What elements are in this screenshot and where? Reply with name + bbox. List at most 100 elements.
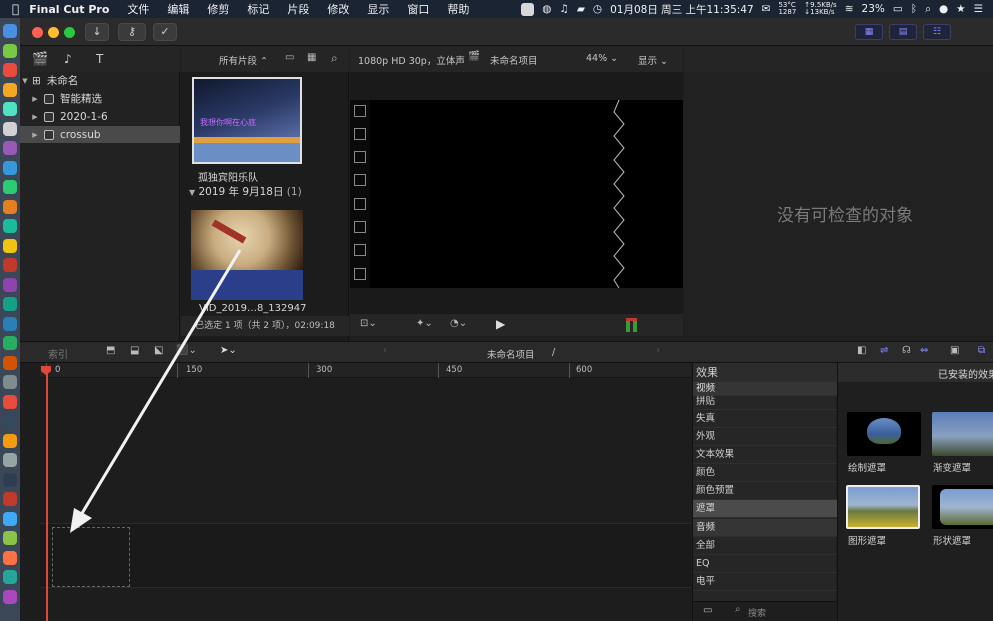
menu-trim[interactable]: 修剪 — [198, 1, 238, 17]
crop-handle-icon[interactable] — [354, 128, 366, 140]
fx-category-masks[interactable]: 遮罩 — [693, 500, 837, 518]
dock-app-icon[interactable] — [3, 375, 17, 389]
enhance-menu-icon[interactable]: ✦⌄ — [416, 318, 433, 329]
fx-category-levels[interactable]: 电平 — [693, 573, 837, 591]
crop-handle-icon[interactable] — [354, 221, 366, 233]
dock-app-icon[interactable] — [3, 394, 17, 409]
app-menu[interactable]: Final Cut Pro — [25, 3, 118, 16]
status-app-icon[interactable] — [521, 2, 535, 16]
menu-help[interactable]: 帮助 — [438, 1, 478, 17]
disclosure-closed-icon[interactable]: ▶ — [30, 95, 40, 103]
dock-app-icon[interactable] — [3, 82, 17, 97]
photos-audio-icon[interactable]: ♪ — [64, 52, 72, 66]
user-icon[interactable]: ● — [939, 3, 948, 15]
dock-app-icon[interactable] — [3, 277, 17, 292]
battery-icon[interactable]: ▭ — [893, 3, 903, 15]
crop-handle-icon[interactable] — [354, 174, 366, 186]
apple-menu-icon[interactable]:  — [0, 2, 25, 16]
search-icon[interactable]: ⌕ — [925, 3, 931, 16]
dock-app-icon[interactable] — [3, 336, 17, 350]
menu-modify[interactable]: 修改 — [318, 1, 358, 17]
dock-app-icon[interactable] — [3, 316, 17, 331]
menu-window[interactable]: 窗口 — [398, 1, 438, 17]
play-button[interactable]: ▶ — [496, 317, 505, 331]
menu-file[interactable]: 文件 — [118, 1, 158, 17]
menu-mark[interactable]: 标记 — [238, 1, 278, 17]
cpu-stats[interactable]: 53°C 1287 — [778, 2, 796, 16]
battery-percent[interactable]: 23% — [862, 3, 885, 15]
dock-app-icon[interactable] — [3, 238, 17, 253]
dock-app-icon[interactable] — [3, 102, 17, 116]
dock-app-icon[interactable] — [3, 570, 17, 584]
fx-category-video[interactable]: 视频 — [693, 382, 837, 396]
clip-filter-dropdown[interactable]: 所有片段 ⌃ — [219, 53, 268, 67]
date-group-header[interactable]: ▼ 2019 年 9月18日 (1) — [189, 184, 302, 199]
inspector-toggle-button[interactable]: ☷ — [923, 24, 951, 40]
fx-category-color[interactable]: 颜色 — [693, 464, 837, 482]
wifi-icon[interactable]: ≋ — [845, 3, 854, 15]
fx-category-tile[interactable]: 拼贴 — [693, 396, 837, 410]
bluetooth-icon[interactable]: ᛒ — [911, 3, 917, 15]
dock-app-icon[interactable] — [3, 414, 17, 428]
dock-app-icon[interactable] — [3, 121, 17, 136]
dock-app-icon[interactable] — [3, 297, 17, 311]
fx-category-distortion[interactable]: 失真 — [693, 410, 837, 428]
skimming-icon[interactable]: ⇌ — [880, 345, 888, 356]
libraries-icon[interactable]: 🎬 — [32, 52, 48, 67]
time-machine-icon[interactable]: ◷ — [593, 3, 602, 15]
fx-category-audio[interactable]: 音频 — [693, 519, 837, 537]
clip-appearance-icon[interactable]: ▭ — [285, 52, 294, 63]
forward-arrow-icon[interactable]: › — [656, 345, 660, 356]
menu-list-icon[interactable]: ☰ — [974, 3, 983, 15]
headphones-icon[interactable]: ☊ — [902, 345, 911, 356]
browser-toggle-button[interactable]: ▦ — [855, 24, 883, 40]
dock-app-icon[interactable] — [3, 258, 17, 272]
globe-icon[interactable]: ◍ — [542, 3, 551, 15]
dock-app-icon[interactable] — [3, 63, 17, 77]
crop-handle-icon[interactable] — [354, 268, 366, 280]
dock-app-icon[interactable] — [3, 492, 17, 506]
sidebar-toggle-icon[interactable]: ▭ — [703, 605, 712, 616]
library-item-event-2[interactable]: ▶ crossub — [20, 126, 180, 143]
disclosure-open-icon[interactable]: ▼ — [20, 77, 30, 85]
titles-generators-icon[interactable]: T — [96, 52, 103, 66]
dock-app-icon[interactable] — [3, 180, 17, 194]
dock-app-icon[interactable] — [3, 531, 17, 545]
clip-thumbnail-1[interactable]: 我想你啊在心底 — [192, 77, 302, 164]
menu-view[interactable]: 显示 — [358, 1, 398, 17]
minimize-window-button[interactable] — [48, 27, 59, 38]
search-icon[interactable]: ⌕ — [331, 51, 338, 66]
clip-appearance-icon[interactable]: ◧ — [857, 345, 866, 356]
speed-menu-icon[interactable]: ◔⌄ — [450, 318, 467, 329]
fx-category-all[interactable]: 全部 — [693, 537, 837, 555]
fx-category-eq[interactable]: EQ — [693, 555, 837, 573]
library-item-event-1[interactable]: ▶ 2020-1-6 — [20, 108, 180, 125]
snapping-icon[interactable]: ⇔ — [920, 345, 928, 356]
transform-menu-icon[interactable]: ⊡⌄ — [360, 318, 377, 329]
fx-category-color-presets[interactable]: 颜色预置 — [693, 482, 837, 500]
fx-category-text-effects[interactable]: 文本效果 — [693, 446, 837, 464]
dock-app-icon[interactable] — [3, 433, 17, 448]
menu-clip[interactable]: 片段 — [278, 1, 318, 17]
menu-edit[interactable]: 编辑 — [158, 1, 198, 17]
background-tasks-button[interactable]: ✓ — [153, 23, 177, 41]
crop-handle-icon[interactable] — [354, 151, 366, 163]
effect-thumb-shape-mask[interactable] — [932, 485, 993, 529]
dock-app-icon[interactable] — [3, 219, 17, 233]
view-dropdown[interactable]: 显示 ⌄ — [638, 53, 668, 67]
dock-app-icon[interactable] — [3, 355, 17, 370]
transitions-browser-icon[interactable]: ⧉ — [978, 345, 985, 356]
crop-handle-icon[interactable] — [354, 198, 366, 210]
effect-thumb-draw-mask[interactable] — [847, 412, 921, 456]
effect-thumb-image-mask[interactable] — [846, 485, 920, 529]
crop-handle-icon[interactable] — [354, 244, 366, 256]
disclosure-closed-icon[interactable]: ▶ — [30, 113, 40, 121]
fx-category-looks[interactable]: 外观 — [693, 428, 837, 446]
message-icon[interactable]: ▰ — [577, 3, 585, 15]
music-icon[interactable]: ♫ — [559, 3, 568, 15]
dock-app-icon[interactable] — [3, 160, 17, 175]
dock-app-icon[interactable] — [3, 24, 17, 38]
mail-icon[interactable]: ✉ — [762, 3, 771, 15]
favorite-icon[interactable]: ★ — [956, 3, 965, 15]
dock-app-icon[interactable] — [3, 472, 17, 487]
